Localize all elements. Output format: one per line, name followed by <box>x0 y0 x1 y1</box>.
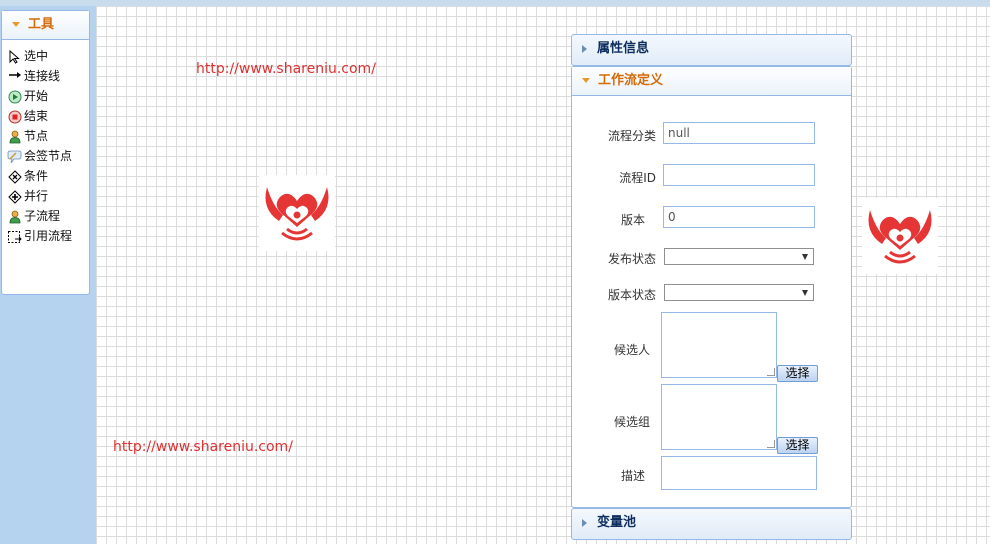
version-label: 版本 <box>620 213 645 227</box>
resize-grip-icon[interactable] <box>767 440 775 448</box>
category-input[interactable]: null <box>663 122 815 144</box>
watermark-link-top[interactable]: http://www.shareniu.com/ <box>196 61 376 77</box>
variable-pool-panel-header[interactable]: 变量池 <box>572 509 851 537</box>
workflow-definition-panel-title: 工作流定义 <box>598 73 664 88</box>
properties-panel-title: 属性信息 <box>597 41 650 56</box>
resize-grip-icon[interactable] <box>767 368 775 376</box>
shareniu-logo <box>862 198 938 274</box>
design-canvas[interactable] <box>96 6 990 544</box>
tool-item-parallel[interactable]: 并行 <box>2 186 89 206</box>
start-green-circle-icon <box>7 90 22 104</box>
expand-arrow-icon <box>582 44 587 53</box>
dropdown-arrow-icon <box>802 290 808 296</box>
tools-title: 工具 <box>28 17 55 32</box>
tool-item-start[interactable]: 开始 <box>2 86 89 106</box>
cursor-arrow-icon <box>7 49 22 64</box>
tool-item-subprocess[interactable]: 子流程 <box>2 206 89 226</box>
version-status-select[interactable] <box>664 284 814 301</box>
reference-process-icon <box>7 230 22 244</box>
tool-item-reference[interactable]: 引用流程 <box>2 226 89 246</box>
tool-item-end[interactable]: 结束 <box>2 106 89 126</box>
tools-panel: 工具 选中 连接线 开始 结束 节点 会签节点 条件 并行 子流程 引用流程 <box>1 10 90 295</box>
tool-item-label: 节点 <box>24 129 49 143</box>
process-id-input[interactable] <box>663 164 815 186</box>
publish-status-label: 发布状态 <box>607 252 656 266</box>
version-status-label: 版本状态 <box>607 288 656 302</box>
publish-status-select[interactable] <box>664 248 814 265</box>
candidate-groups-label: 候选组 <box>613 415 650 429</box>
tool-item-label: 会签节点 <box>24 149 73 163</box>
tool-item-countersign[interactable]: 会签节点 <box>2 146 89 166</box>
end-red-circle-icon <box>7 110 22 124</box>
variable-pool-panel: 变量池 <box>571 508 852 540</box>
parallel-diamond-icon <box>7 189 22 204</box>
version-input[interactable]: 0 <box>663 206 815 228</box>
connector-arrow-icon <box>7 70 22 84</box>
tool-item-label: 条件 <box>24 169 49 183</box>
tool-item-label: 并行 <box>24 189 49 203</box>
condition-diamond-icon <box>7 169 22 184</box>
tool-item-label: 选中 <box>24 49 49 63</box>
properties-panel: 属性信息 <box>571 34 852 66</box>
variable-pool-panel-title: 变量池 <box>597 515 637 530</box>
tool-item-label: 结束 <box>24 109 49 123</box>
tool-item-label: 子流程 <box>24 209 61 223</box>
description-label: 描述 <box>620 469 645 483</box>
collapse-arrow-icon <box>12 22 20 27</box>
tools-panel-header[interactable]: 工具 <box>2 11 89 40</box>
tool-item-label: 开始 <box>24 89 49 103</box>
tool-item-label: 连接线 <box>24 69 61 83</box>
watermark-link-bottom[interactable]: http://www.shareniu.com/ <box>113 439 293 455</box>
select-candidate-groups-button[interactable]: 选择 <box>777 437 818 454</box>
candidate-users-label: 候选人 <box>613 343 650 357</box>
category-label: 流程分类 <box>607 129 656 143</box>
tool-item-condition[interactable]: 条件 <box>2 166 89 186</box>
subprocess-user-icon <box>7 210 22 224</box>
workflow-definition-panel-header[interactable]: 工作流定义 <box>572 67 851 96</box>
tool-item-select[interactable]: 选中 <box>2 46 89 66</box>
tool-item-node[interactable]: 节点 <box>2 126 89 146</box>
select-candidate-users-button[interactable]: 选择 <box>777 365 818 382</box>
expand-arrow-icon <box>582 518 587 527</box>
collapse-arrow-icon <box>582 78 590 83</box>
description-input[interactable] <box>661 456 817 490</box>
tool-item-connector[interactable]: 连接线 <box>2 66 89 86</box>
process-id-label: 流程ID <box>619 171 656 185</box>
properties-panel-header[interactable]: 属性信息 <box>572 35 851 63</box>
tool-list: 选中 连接线 开始 结束 节点 会签节点 条件 并行 子流程 引用流程 <box>2 40 89 246</box>
candidate-groups-textarea[interactable] <box>661 384 777 450</box>
candidate-users-textarea[interactable] <box>661 312 777 378</box>
tool-item-label: 引用流程 <box>24 229 73 243</box>
shareniu-logo <box>259 175 335 251</box>
user-node-icon <box>7 130 22 144</box>
dropdown-arrow-icon <box>802 254 808 260</box>
countersign-node-icon <box>7 150 22 164</box>
